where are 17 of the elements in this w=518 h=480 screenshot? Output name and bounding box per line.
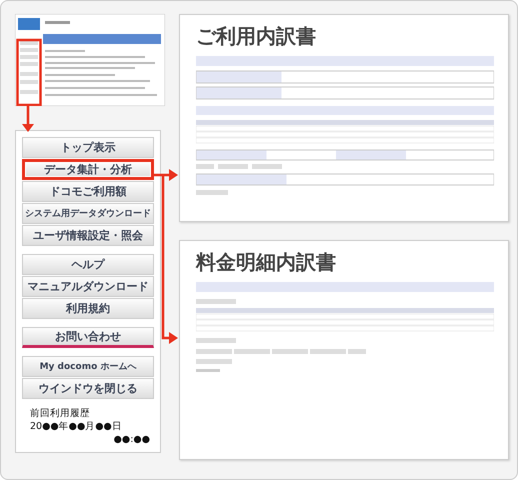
menu-button[interactable]: My docomo ホームへ [22,356,154,377]
connector-arrow [22,106,34,132]
menu-button[interactable]: マニュアルダウンロード [22,276,154,297]
menu-button[interactable]: データ集計・分析 [22,159,154,180]
menu-button[interactable]: ヘルプ [22,254,154,275]
menu-button[interactable]: ウインドウを閉じる [22,378,154,399]
screen-title: ご利用内訳書 [196,23,316,50]
last-use-date: 20●●年●●月●●日 [30,420,123,433]
menu-button[interactable]: 利用規約 [22,298,154,319]
menu-button[interactable]: ドコモご利用額 [22,181,154,202]
menu-button[interactable]: トップ表示 [22,137,154,158]
menu-button[interactable]: システム用データダウンロード [22,203,154,224]
menu-button[interactable]: ユーザ情報設定・照会 [22,225,154,246]
last-use-label: 前回利用履歴 [30,407,91,420]
menu-button[interactable]: お問い合わせ [22,327,154,348]
last-use-time: ●●:●● [114,433,151,446]
screen-title: 料金明細内訳書 [196,249,336,276]
